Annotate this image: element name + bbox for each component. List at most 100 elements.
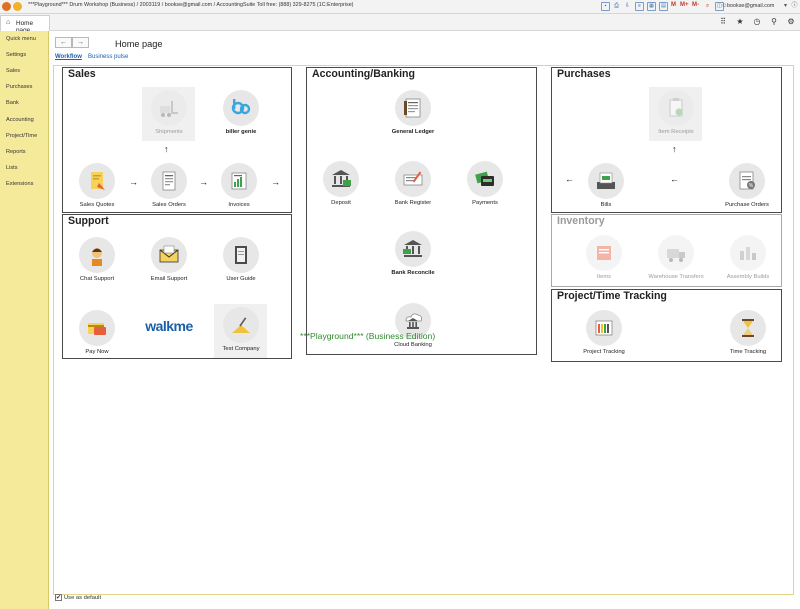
window-title: ***Playground*** Drum Workshop (Business… xyxy=(28,2,354,8)
deposit-label: Deposit xyxy=(331,200,351,206)
payments-icon xyxy=(467,161,503,197)
general-ledger-tile[interactable]: General Ledger xyxy=(383,90,443,136)
memory-minus-button[interactable]: M- xyxy=(692,2,699,8)
sales-quotes-tile[interactable]: Sales Quotes xyxy=(67,163,127,209)
bills-label: Bills xyxy=(600,202,612,208)
ledger-icon xyxy=(395,90,431,126)
purchase-order-icon: % xyxy=(729,163,765,199)
calendar-icon[interactable]: ▤ xyxy=(659,2,668,11)
grid-menu-icon[interactable]: ⠿ xyxy=(718,17,728,27)
purchases-panel: Purchases Item Receipts ↑ ← ← Bills % Pu… xyxy=(551,67,782,213)
chat-support-tile[interactable]: Chat Support xyxy=(67,237,127,283)
test-company-tile[interactable]: Test Company xyxy=(211,307,271,353)
items-icon xyxy=(586,235,622,271)
items-tile[interactable]: Items xyxy=(574,235,634,281)
search-icon[interactable]: ⚲ xyxy=(769,17,779,27)
receipt-icon xyxy=(658,90,694,126)
back-button[interactable]: ← xyxy=(55,37,72,48)
spreadsheet-icon[interactable]: ▦ xyxy=(647,2,656,11)
page-title: Home page xyxy=(115,39,163,49)
search-doc-icon[interactable]: ⌕ xyxy=(703,2,712,11)
purchase-orders-label: Purchase Orders xyxy=(725,202,769,208)
bank-register-tile[interactable]: Bank Register xyxy=(383,161,443,207)
forward-button[interactable]: → xyxy=(72,37,89,48)
time-tracking-tile[interactable]: Time Tracking xyxy=(718,310,778,356)
use-as-default-row[interactable]: ✔ Use as default xyxy=(55,594,101,601)
info-icon[interactable]: ⓘ xyxy=(790,2,799,11)
arrow-left-icon: ← xyxy=(670,174,679,184)
payments-tile[interactable]: Payments xyxy=(455,161,515,207)
sales-orders-tile[interactable]: Sales Orders xyxy=(139,163,199,209)
project-chart-icon xyxy=(586,310,622,346)
time-tracking-label: Time Tracking xyxy=(729,349,767,355)
sidebar-item-project-time[interactable]: Project/Time xyxy=(6,133,37,139)
sidebar-item-quick-menu[interactable]: Quick menu xyxy=(6,36,36,42)
star-icon[interactable]: ★ xyxy=(735,17,745,27)
chevron-down-icon[interactable]: ▾ xyxy=(781,2,790,11)
warehouse-transfers-label: Warehouse Transfers xyxy=(648,274,704,280)
biller-genie-logo-icon xyxy=(223,90,259,126)
payments-label: Payments xyxy=(472,200,498,206)
project-tracking-label: Project Tracking xyxy=(583,349,625,355)
item-receipts-label: Item Receipts xyxy=(658,129,694,135)
item-receipts-tile[interactable]: Item Receipts xyxy=(646,90,706,136)
settings-icon[interactable]: ⚙ xyxy=(786,17,796,27)
memory-button[interactable]: M xyxy=(671,2,676,8)
use-as-default-checkbox[interactable]: ✔ xyxy=(55,594,62,601)
forklift-icon xyxy=(151,90,187,126)
title-bar: ***Playground*** Drum Workshop (Business… xyxy=(0,0,800,14)
register-icon xyxy=(395,161,431,197)
biller-genie-tile[interactable]: biller genie xyxy=(211,90,271,136)
accounting-banking-title: Accounting/Banking xyxy=(312,68,415,80)
sidebar-item-lists[interactable]: Lists xyxy=(6,165,18,171)
shipments-tile[interactable]: Shipments xyxy=(139,90,199,136)
sidebar-item-sales[interactable]: Sales xyxy=(6,68,20,74)
sales-quotes-label: Sales Quotes xyxy=(79,202,115,208)
tab-workflow[interactable]: Workflow xyxy=(55,54,82,60)
warehouse-transfers-tile[interactable]: Warehouse Transfers xyxy=(646,235,706,281)
sidebar-item-accounting[interactable]: Accounting xyxy=(6,117,34,123)
reconcile-icon xyxy=(395,231,431,267)
tab-home-page[interactable]: ⌂ Home page xyxy=(0,15,50,34)
sidebar-item-reports[interactable]: Reports xyxy=(6,149,26,155)
user-guide-tile[interactable]: User Guide xyxy=(211,237,271,283)
test-company-label: Test Company xyxy=(222,346,260,352)
sidebar-item-purchases[interactable]: Purchases xyxy=(6,84,32,90)
save-icon[interactable]: ▪ xyxy=(601,2,610,11)
cloud-banking-tile[interactable]: Cloud Banking xyxy=(383,303,443,349)
svg-text:%: % xyxy=(749,183,754,189)
invoices-tile[interactable]: Invoices xyxy=(209,163,269,209)
invoices-label: Invoices xyxy=(228,202,250,208)
purchase-orders-tile[interactable]: % Purchase Orders xyxy=(717,163,777,209)
bills-icon xyxy=(588,163,624,199)
inventory-title: Inventory xyxy=(557,215,605,227)
inventory-panel: Inventory Items Warehouse Transfers Asse… xyxy=(551,214,782,287)
sales-orders-label: Sales Orders xyxy=(152,202,186,208)
memory-plus-button[interactable]: M+ xyxy=(680,2,689,8)
hourglass-icon xyxy=(730,310,766,346)
home-icon: ⌂ xyxy=(6,19,11,26)
pay-now-tile[interactable]: Pay Now xyxy=(67,310,127,356)
project-tracking-tile[interactable]: Project Tracking xyxy=(574,310,634,356)
history-icon[interactable]: ◷ xyxy=(752,17,762,27)
sidebar-item-extensions[interactable]: Extensions xyxy=(6,181,33,187)
app-logo-icon xyxy=(2,2,11,11)
deposit-tile[interactable]: Deposit xyxy=(311,161,371,207)
arrow-right-icon: → xyxy=(271,177,280,187)
tab-business-pulse[interactable]: Business pulse xyxy=(88,54,128,60)
bank-reconcile-label: Bank Reconcile xyxy=(391,270,435,276)
document-icon[interactable]: ≡ xyxy=(635,2,644,11)
download-icon[interactable]: ⇩ xyxy=(623,2,632,11)
chat-agent-icon xyxy=(79,237,115,273)
sidebar-item-settings[interactable]: Settings xyxy=(6,52,26,58)
sidebar-item-bank[interactable]: Bank xyxy=(6,100,19,106)
bills-tile[interactable]: Bills xyxy=(576,163,636,209)
cloud-banking-label: Cloud Banking xyxy=(394,342,432,348)
walkme-tile[interactable]: walkme xyxy=(139,318,199,334)
menu-icon[interactable] xyxy=(13,2,22,11)
email-support-tile[interactable]: Email Support xyxy=(139,237,199,283)
sidebar: Quick menu Settings Sales Purchases Bank… xyxy=(0,31,49,609)
bank-reconcile-tile[interactable]: Bank Reconcile xyxy=(383,231,443,277)
print-icon[interactable]: ⎙ xyxy=(612,2,621,11)
assembly-builds-tile[interactable]: Assembly Builds xyxy=(718,235,778,281)
